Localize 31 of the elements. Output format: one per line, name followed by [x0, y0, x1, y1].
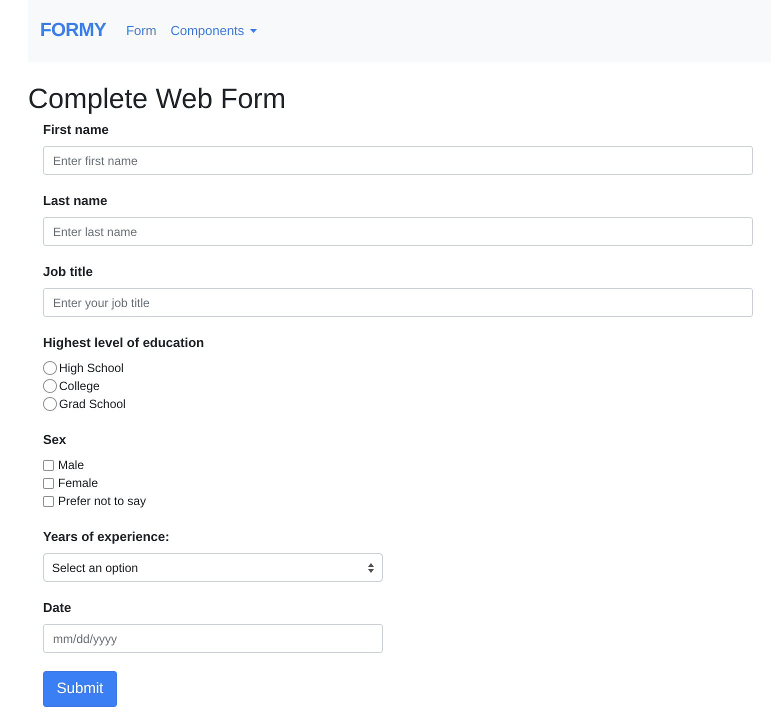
page-title: Complete Web Form	[28, 82, 287, 116]
radio-button[interactable]	[43, 379, 57, 393]
date-field[interactable]: mm/dd/yyyy	[43, 624, 383, 653]
radio-button[interactable]	[43, 397, 57, 411]
radio-label: High School	[59, 360, 124, 377]
field-label: Years of experience:	[43, 529, 170, 545]
text-field[interactable]: Enter last name	[43, 217, 753, 246]
updown-caret-icon	[368, 562, 374, 572]
brand-logo[interactable]: FORMY	[40, 16, 106, 46]
checkbox-label: Female	[58, 475, 98, 492]
radio-label: College	[59, 378, 100, 395]
submit-button[interactable]: Submit	[43, 671, 117, 707]
field-label: Sex	[43, 432, 68, 448]
checkbox-label: Male	[58, 457, 84, 474]
field-label: Date	[43, 600, 72, 616]
radio-button[interactable]	[43, 361, 57, 375]
text-field[interactable]: Enter your job title	[43, 288, 753, 317]
field-label: Highest level of education	[43, 335, 206, 351]
field-label: First name	[43, 122, 110, 138]
caret-icon	[250, 29, 258, 33]
radio-label: Grad School	[59, 396, 126, 413]
checkbox[interactable]	[43, 496, 54, 506]
field-label: Last name	[43, 193, 108, 209]
nav-link[interactable]: Form	[126, 21, 156, 41]
checkbox-label: Prefer not to say	[58, 493, 146, 510]
nav-dropdown[interactable]: Components	[170, 21, 258, 41]
text-field[interactable]: Enter first name	[43, 146, 753, 175]
select-dropdown[interactable]: Select an option	[43, 553, 383, 582]
checkbox[interactable]	[43, 478, 54, 488]
field-label: Job title	[43, 264, 94, 280]
checkbox[interactable]	[43, 460, 54, 470]
